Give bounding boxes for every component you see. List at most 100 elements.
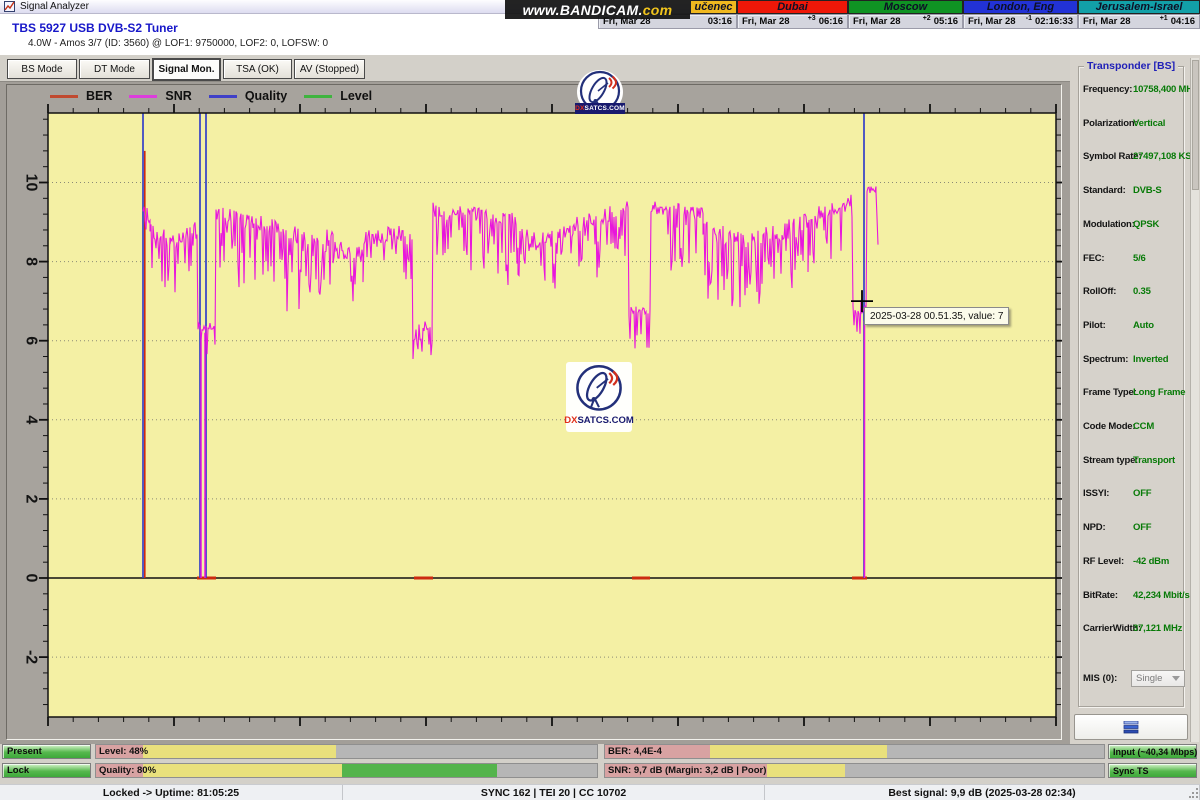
tab-bar: BS Mode DT Mode Signal Mon. TSA (OK) AV (Sto…: [0, 55, 1070, 82]
status-box-present: Present: [2, 744, 91, 759]
y-tick-label: -2: [23, 650, 40, 664]
bar-segment: [886, 745, 1104, 758]
progress-bar: BER: 4,4E-4: [604, 744, 1105, 759]
field-value: Inverted: [1133, 353, 1169, 365]
field-value: Auto: [1133, 319, 1154, 331]
statusbar-lock-uptime: Locked -> Uptime: 81:05:25: [0, 785, 343, 800]
field-value: -42 dBm: [1133, 555, 1170, 567]
clock-city-label: Dubai: [737, 0, 848, 14]
bar-label: BER: 4,4E-4: [608, 746, 662, 757]
list-icon: [1123, 720, 1139, 733]
resize-grip[interactable]: [1189, 787, 1199, 799]
clock-date: Fri, Mar 28: [742, 16, 790, 27]
clock-date: Fri, Mar 28: [1083, 16, 1131, 27]
status-bar: Locked -> Uptime: 81:05:25 SYNC 162 | TEI…: [0, 784, 1200, 800]
tab-bs-mode[interactable]: BS Mode: [7, 59, 77, 79]
transponder-row: Frame Type: Long Frame: [1083, 387, 1186, 401]
y-tick-label: 10: [23, 174, 40, 192]
bar-label: Quality: 80%: [99, 765, 157, 776]
transponder-row: NPD: OFF: [1083, 522, 1185, 536]
field-value: 42,234 Mbit/s: [1133, 589, 1190, 601]
tab-av-stopped-[interactable]: AV (Stopped): [294, 59, 365, 79]
clock-time-cell: Fri, Mar 28 +2 05:16: [848, 14, 963, 29]
y-tick-label: 2: [23, 494, 40, 503]
transponder-row: BitRate: 42,234 Mbit/s: [1083, 589, 1190, 604]
dxsatcs-banner: DXSATCS.COM: [575, 103, 625, 114]
clock-time: 04:16: [1170, 16, 1195, 27]
transponder-row: Frequency: 10758,400 MHz: [1083, 84, 1198, 98]
field-value: Vertical: [1133, 117, 1166, 129]
mis-row: MIS (0): Single: [1083, 670, 1185, 688]
field-value: 5/6: [1133, 252, 1146, 264]
field-value: DVB-S: [1133, 185, 1162, 197]
status-box-lock: Lock: [2, 763, 91, 778]
clock-utc-offset: +3: [807, 15, 816, 22]
chevron-down-icon: [1172, 676, 1180, 681]
transponder-row: CarrierWidth: 37,121 MHz: [1083, 623, 1185, 637]
bar-label: Level: 48%: [99, 746, 149, 757]
field-label: Spectrum:: [1083, 353, 1129, 365]
field-label: Standard:: [1083, 185, 1126, 197]
clock-utc-offset: +1: [1159, 15, 1168, 22]
transponder-row: RollOff: 0.35: [1083, 286, 1185, 300]
transponder-row: FEC: 5/6: [1083, 253, 1185, 267]
field-label: Code Mode:: [1083, 421, 1136, 432]
dxsatcs-logo-center: DXSATCS.COM: [564, 362, 634, 432]
transponder-row: ISSYI: OFF: [1083, 488, 1185, 502]
field-value: 0.35: [1133, 286, 1151, 298]
clock-time: 02:16:33: [1034, 16, 1073, 27]
field-label: RF Level:: [1083, 555, 1124, 567]
transponder-row: Symbol Rate: 27497,108 KS/s: [1083, 151, 1199, 165]
clock-city-label: Jerusalem-Israel: [1078, 0, 1200, 14]
bar-segment: [142, 764, 343, 777]
transponder-row: Pilot: Auto: [1083, 320, 1185, 334]
field-label: Pilot:: [1083, 319, 1106, 331]
scrollbar-thumb[interactable]: [1192, 60, 1199, 190]
field-label: BitRate:: [1083, 589, 1118, 601]
field-value: Long Frame: [1133, 387, 1186, 399]
y-tick-label: 8: [23, 257, 40, 266]
progress-bar: SNR: 9,7 dB (Margin: 3,2 dB | Poor): [604, 763, 1105, 778]
tab-tsa-ok-[interactable]: TSA (OK): [223, 59, 292, 79]
clock-time: 05:16: [933, 16, 958, 27]
bar-segment: [709, 745, 887, 758]
y-tick-label: 4: [23, 415, 40, 424]
dxsatcs-wordmark: DXSATCS.COM: [564, 415, 634, 426]
signal-analyzer-window: Signal Analyzer TBS 5927 USB DVB-S2 Tune…: [0, 0, 1200, 800]
clock-time: 06:16: [818, 16, 843, 27]
clock-time-cell: Fri, Mar 28 +1 04:16: [1078, 14, 1200, 29]
field-label: NPD:: [1083, 522, 1106, 534]
transponder-row: Polarization: Vertical: [1083, 118, 1185, 132]
bar-segment: [336, 745, 597, 758]
bar-segment: [496, 764, 597, 777]
bar-segment: [142, 745, 337, 758]
transponder-row: Spectrum: Inverted: [1083, 354, 1185, 368]
clock-city-label: učenec: [690, 0, 737, 14]
field-value: 10758,400 MHz: [1133, 84, 1198, 95]
bar-segment: [767, 764, 845, 777]
transponder-row: Standard: DVB-S: [1083, 185, 1185, 199]
tuner-details: 4.0W - Amos 3/7 (ID: 3560) @ LOF1: 97500…: [28, 38, 329, 49]
transponder-list-button[interactable]: [1074, 714, 1188, 740]
field-value: OFF: [1133, 488, 1152, 500]
clock-utc-offset: -1: [1025, 15, 1032, 22]
clock-date: Fri, Mar 28: [968, 16, 1016, 27]
bandicam-watermark: www. BANDICAM. com: [505, 0, 690, 19]
satellite-dish-icon: [576, 365, 622, 411]
status-box-input-40-34-mbps-: Input (~40,34 Mbps): [1108, 744, 1197, 759]
field-label: Frequency:: [1083, 84, 1133, 95]
panel-scrollbar[interactable]: [1190, 58, 1199, 742]
progress-bar: Quality: 80%: [95, 763, 598, 778]
tab-dt-mode[interactable]: DT Mode: [79, 59, 150, 79]
field-label: Modulation:: [1083, 218, 1135, 230]
bar-segment: [844, 764, 1104, 777]
field-value: Transport: [1133, 454, 1176, 466]
field-label: Polarization:: [1083, 117, 1138, 129]
field-value: 37,121 MHz: [1133, 623, 1183, 635]
mis-label: MIS (0):: [1083, 673, 1118, 684]
mis-dropdown[interactable]: Single: [1131, 670, 1185, 687]
tab-signal-mon-[interactable]: Signal Mon.: [152, 58, 221, 81]
signal-monitor-chart[interactable]: 10 8 6 4 2 0 -2: [6, 84, 1062, 740]
field-value: CCM: [1133, 421, 1155, 432]
transponder-row: RF Level: -42 dBm: [1083, 556, 1185, 570]
